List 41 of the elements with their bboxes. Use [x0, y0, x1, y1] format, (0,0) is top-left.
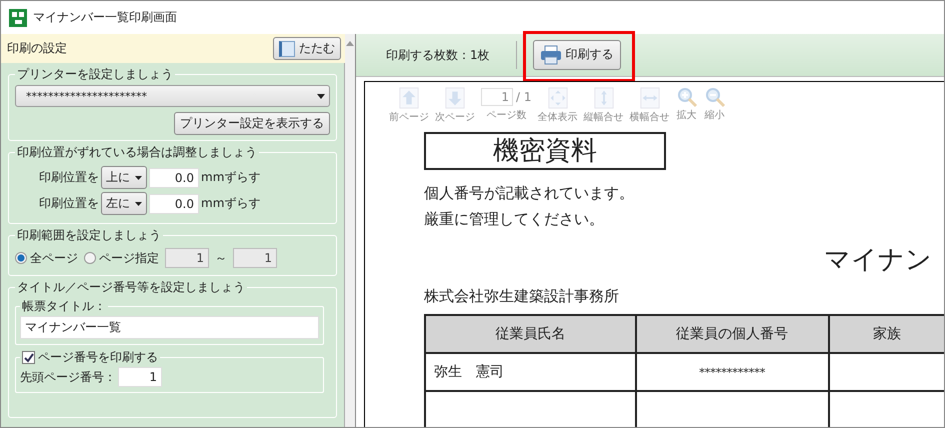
notice-text: 個人番号が記載されています。 [424, 183, 635, 204]
table-cell: ************ [636, 353, 829, 391]
group-legend: プリンターを設定しましょう [15, 66, 175, 83]
settings-title: 印刷の設定 [7, 40, 67, 57]
company-name: 株式会社弥生建築設計事務所 [424, 287, 620, 306]
page-number-checkbox[interactable]: ページ番号を印刷する [22, 349, 158, 366]
offset-field[interactable]: 0.0 [149, 168, 199, 188]
report-title-label: 帳票タイトル： [21, 298, 107, 315]
table-cell: 弥生 憲司 [425, 353, 636, 391]
direction-dropdown[interactable]: 上に [101, 166, 147, 189]
unit-label: mmずらす [201, 195, 260, 212]
from-page-field[interactable]: 1 [165, 248, 209, 268]
window-title: マイナンバー一覧印刷画面 [33, 9, 177, 26]
show-printer-settings-button[interactable]: プリンター設定を表示する [174, 112, 330, 135]
print-button[interactable]: 印刷する [532, 40, 621, 70]
range-separator: ～ [215, 250, 227, 266]
confidential-stamp: 機密資料 [424, 132, 666, 170]
direction-dropdown[interactable]: 左に [101, 192, 147, 215]
page-total: / 1 [516, 90, 532, 104]
group-legend: タイトル／ページ番号等を設定しましょう [15, 279, 247, 296]
column-header: 従業員氏名 [425, 315, 636, 353]
column-header: 家族 [828, 315, 944, 353]
range-radio[interactable]: ページ指定 [84, 250, 159, 266]
offset-label: 印刷位置を [39, 169, 99, 186]
offset-label: 印刷位置を [39, 195, 99, 212]
document-heading: マイナン [824, 244, 933, 277]
group-legend: 印刷範囲を設定しましょう [15, 227, 163, 244]
start-page-label: 先頭ページ番号： [20, 368, 116, 386]
notice-text: 厳重に管理してください。 [424, 209, 605, 230]
unit-label: mmずらす [201, 169, 260, 186]
to-page-field[interactable]: 1 [233, 248, 277, 268]
report-title-field[interactable]: マイナンバー一覧 [20, 316, 319, 339]
copies-label: 印刷する枚数：1枚 [386, 46, 490, 64]
offset-field[interactable]: 0.0 [149, 194, 199, 214]
range-radio[interactable]: 全ページ [15, 250, 78, 266]
start-page-field[interactable]: 1 [118, 367, 162, 387]
column-header: 従業員の個人番号 [636, 315, 829, 353]
group-legend: 印刷位置がずれている場合は調整しましょう [15, 144, 259, 161]
page-count-label: ページ数 [486, 109, 526, 122]
printer-dropdown[interactable]: ********************** [15, 85, 330, 107]
collapse-button[interactable]: たたむ [273, 37, 341, 60]
